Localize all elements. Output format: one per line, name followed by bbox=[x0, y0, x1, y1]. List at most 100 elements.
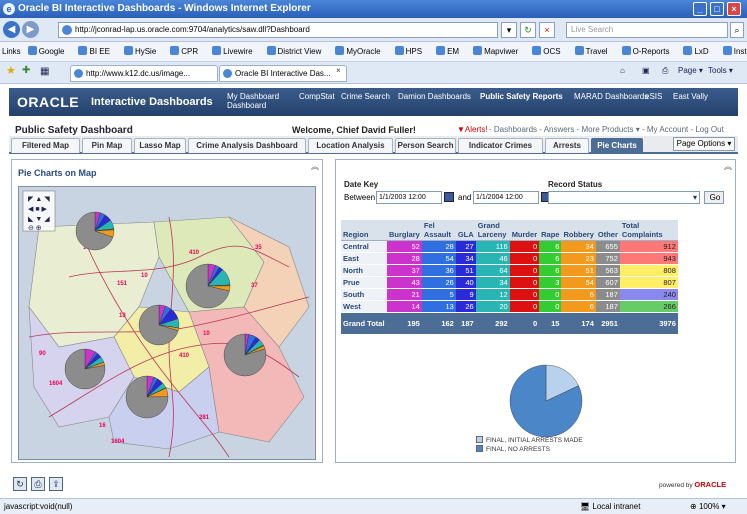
column-header[interactable]: Rape bbox=[539, 220, 562, 241]
column-header[interactable]: Murder bbox=[509, 220, 540, 241]
tab-indicator-crimes[interactable]: Indicator Crimes bbox=[458, 138, 543, 153]
more-products-link[interactable]: More Products bbox=[582, 125, 634, 134]
value-cell: 34 bbox=[561, 240, 596, 253]
region-cell[interactable]: East bbox=[341, 252, 387, 265]
tab-crime-analysis-dashboard[interactable]: Crime Analysis Dashboard bbox=[188, 138, 306, 153]
favorites-star-icon[interactable]: ★ bbox=[6, 64, 16, 77]
tab-arrests[interactable]: Arrests bbox=[545, 138, 589, 153]
maximize-button[interactable]: □ bbox=[710, 2, 724, 16]
tab-lasso-map[interactable]: Lasso Map bbox=[134, 138, 186, 153]
print-icon[interactable]: ⎙ bbox=[662, 66, 668, 76]
favorite-link[interactable]: O-Reports bbox=[621, 46, 677, 56]
column-header[interactable]: Other bbox=[595, 220, 620, 241]
obi-nav-item[interactable]: eSIS bbox=[645, 92, 662, 101]
link-icon bbox=[27, 46, 37, 55]
minimize-button[interactable]: _ bbox=[693, 2, 707, 16]
zoom-level[interactable]: ⊕ 100% ▾ bbox=[690, 499, 726, 514]
obi-nav-item[interactable]: Public Safety Reports bbox=[480, 92, 563, 101]
url-input[interactable]: http://jconrad-lap.us.oracle.com:9704/an… bbox=[58, 22, 498, 38]
tab-pie-charts[interactable]: Pie Charts bbox=[591, 138, 643, 153]
favorite-link[interactable]: Google bbox=[27, 46, 72, 56]
print-icon[interactable]: ⎙ bbox=[31, 477, 45, 491]
column-header[interactable]: Fel Assault bbox=[421, 220, 456, 241]
close-tab-icon[interactable]: × bbox=[336, 66, 341, 75]
feeds-icon[interactable]: ▣ bbox=[642, 66, 650, 75]
back-icon[interactable]: ◀ bbox=[3, 21, 20, 38]
column-header[interactable]: Total Complaints bbox=[619, 220, 678, 241]
date-from-input[interactable]: 1/1/2003 12:00 bbox=[376, 191, 442, 204]
column-header[interactable]: Robbery bbox=[561, 220, 596, 241]
dropdown-icon[interactable]: ▾ bbox=[501, 22, 517, 38]
map-label: 1604 bbox=[49, 381, 63, 387]
obi-nav-item[interactable]: East Vally bbox=[673, 92, 708, 101]
tab-list-icon[interactable]: ▦ bbox=[40, 66, 49, 77]
value-cell: 607 bbox=[595, 276, 620, 289]
tab-location-analysis[interactable]: Location Analysis bbox=[308, 138, 393, 153]
favorite-link[interactable]: MyOracle bbox=[335, 46, 387, 56]
column-header[interactable]: Region bbox=[341, 220, 387, 241]
obi-nav-item[interactable]: My Dashboard Dashboard bbox=[227, 92, 279, 110]
status-text: javascript:void(null) bbox=[4, 502, 73, 511]
my-account-link[interactable]: My Account bbox=[647, 125, 688, 134]
search-icon[interactable]: ⌕ bbox=[730, 22, 744, 38]
value-cell: 9 bbox=[455, 288, 476, 301]
collapse-icon[interactable]: ︽ bbox=[723, 162, 733, 172]
page-menu[interactable]: Page ▾ bbox=[678, 66, 703, 75]
obi-nav-item[interactable]: Damion Dashboards bbox=[398, 92, 471, 101]
link-icon bbox=[212, 46, 222, 55]
obi-nav-item[interactable]: CompStat bbox=[299, 92, 335, 101]
date-to-input[interactable]: 1/1/2004 12:00 bbox=[473, 191, 539, 204]
favorite-link[interactable]: HySie bbox=[123, 46, 163, 56]
search-input[interactable]: Live Search bbox=[566, 22, 728, 38]
favorite-link[interactable]: Livewire bbox=[212, 46, 259, 56]
calendar-icon[interactable] bbox=[444, 192, 454, 202]
tab-pin-map[interactable]: Pin Map bbox=[82, 138, 132, 153]
go-button[interactable]: Go bbox=[704, 191, 724, 204]
refresh-icon[interactable]: ↻ bbox=[520, 22, 536, 38]
alerts-link[interactable]: ▼Alerts! bbox=[457, 125, 488, 134]
region-cell[interactable]: North bbox=[341, 264, 387, 277]
region-cell[interactable]: West bbox=[341, 300, 387, 313]
forward-icon[interactable]: ▶ bbox=[22, 21, 39, 38]
browser-tab[interactable]: http://www.k12.dc.us/image... bbox=[70, 65, 218, 82]
favorite-link[interactable]: District View bbox=[266, 46, 329, 56]
favorite-link[interactable]: LxD bbox=[683, 46, 715, 56]
favorite-link[interactable]: OCS bbox=[532, 46, 567, 56]
stop-icon[interactable]: × bbox=[539, 22, 555, 38]
favorite-link[interactable]: BI EE bbox=[78, 46, 116, 56]
region-cell[interactable]: Central bbox=[341, 240, 387, 253]
crime-map[interactable]: 1604 410 35 151 10 37 90 13 1604 1604 41… bbox=[18, 186, 316, 460]
link-icon bbox=[574, 46, 584, 55]
export-icon[interactable]: ⇪ bbox=[49, 477, 63, 491]
favorite-link[interactable]: EM bbox=[436, 46, 466, 56]
logout-link[interactable]: Log Out bbox=[695, 125, 723, 134]
browser-tab-active[interactable]: Oracle BI Interactive Das... bbox=[219, 65, 347, 82]
record-status-select[interactable]: ▾ bbox=[548, 191, 700, 204]
favorite-link[interactable]: Mapviwer bbox=[473, 46, 525, 56]
close-button[interactable]: × bbox=[727, 2, 741, 16]
tab-filtered-map[interactable]: Filtered Map bbox=[11, 138, 80, 153]
add-favorite-icon[interactable]: ✚ bbox=[22, 65, 30, 76]
refresh-icon[interactable]: ↻ bbox=[13, 477, 27, 491]
tab-person-search[interactable]: Person Search bbox=[395, 138, 456, 153]
answers-link[interactable]: Answers bbox=[544, 125, 575, 134]
region-cell[interactable]: South bbox=[341, 288, 387, 301]
dashboard-content: ︽ Pie Charts on Map 410 35 151 10 37 90 … bbox=[9, 155, 738, 472]
favorite-link[interactable]: Travel bbox=[574, 46, 615, 56]
column-header[interactable]: GLA bbox=[455, 220, 476, 241]
favorite-link[interactable]: CPR bbox=[170, 46, 205, 56]
favorite-link[interactable]: HPS bbox=[394, 46, 429, 56]
map-label: 16 bbox=[99, 423, 106, 429]
favorite-link[interactable]: Install orcl bbox=[722, 46, 747, 56]
region-cell[interactable]: Prue bbox=[341, 276, 387, 289]
page-options-button[interactable]: Page Options ▾ bbox=[673, 137, 735, 151]
value-cell: 187 bbox=[595, 300, 620, 313]
obi-nav-item[interactable]: MARAD Dashboards bbox=[574, 92, 648, 101]
home-icon[interactable]: ⌂ bbox=[620, 66, 625, 75]
column-header[interactable]: Burglary bbox=[387, 220, 422, 241]
tools-menu[interactable]: Tools ▾ bbox=[708, 66, 733, 75]
obi-nav-item[interactable]: Crime Search bbox=[341, 92, 390, 101]
collapse-icon[interactable]: ︽ bbox=[310, 162, 320, 172]
column-header[interactable]: Grand Larceny bbox=[475, 220, 510, 241]
dashboards-link[interactable]: Dashboards bbox=[494, 125, 537, 134]
